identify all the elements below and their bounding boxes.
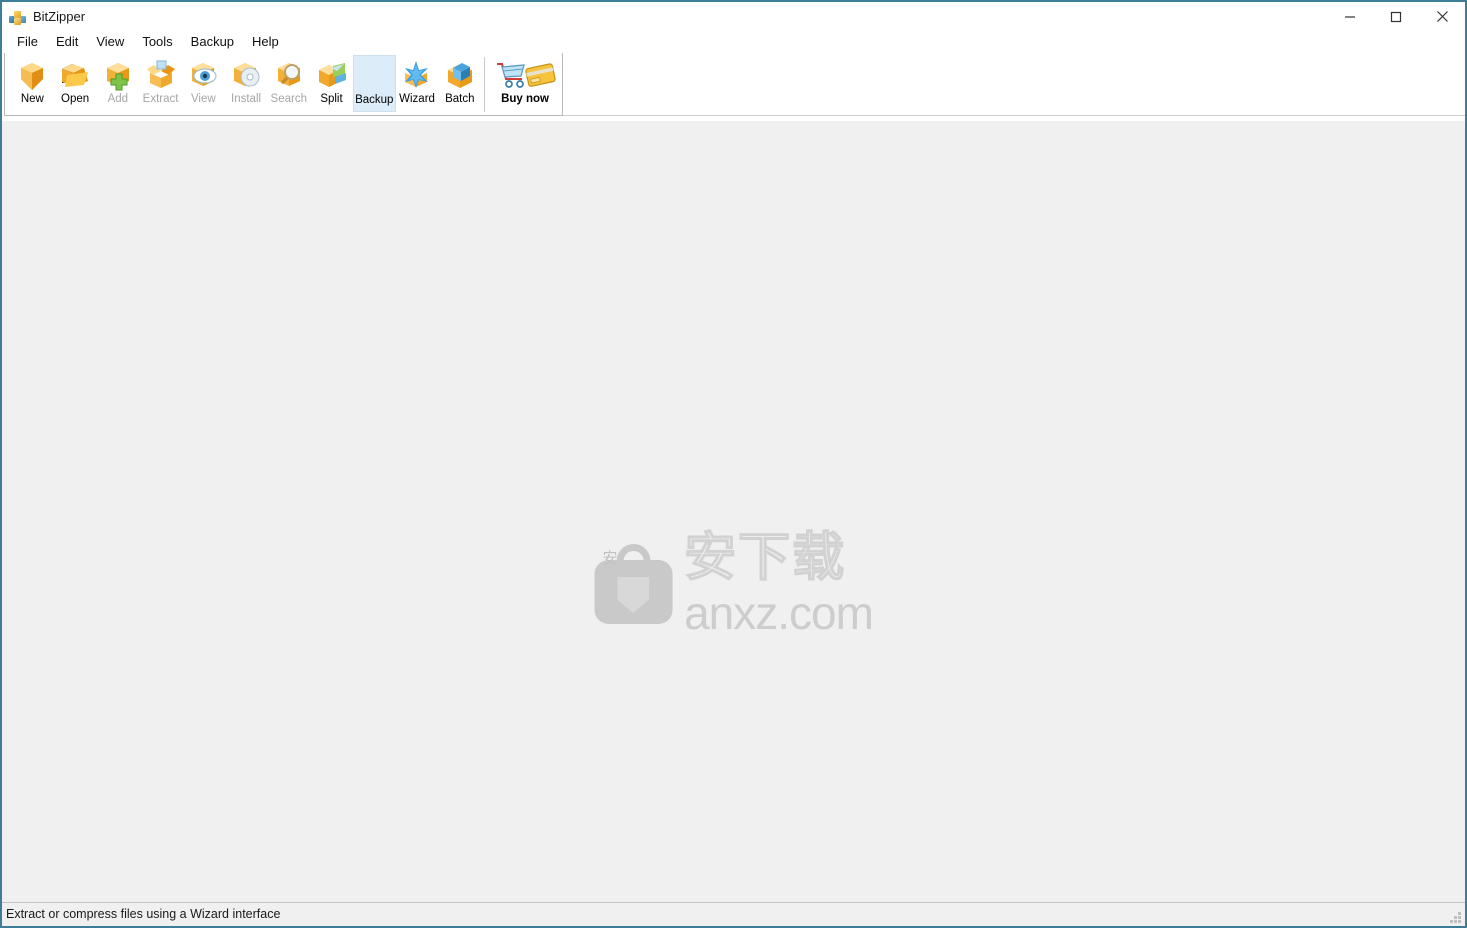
menu-item-help[interactable]: Help — [243, 32, 288, 52]
minimize-button[interactable] — [1327, 2, 1373, 31]
toolbar-button-install[interactable]: Install — [225, 55, 268, 112]
toolbar-button-wizard[interactable]: Wizard — [396, 55, 439, 112]
menu-item-edit[interactable]: Edit — [47, 32, 87, 52]
resize-grip-icon[interactable] — [1449, 911, 1462, 924]
toolbar-label-backup: Backup — [355, 94, 394, 106]
app-blocks-icon — [9, 8, 26, 25]
toolbar-label-wizard: Wizard — [399, 93, 435, 105]
toolbar-separator — [484, 57, 486, 112]
bag-shield-icon: 安 — [594, 544, 673, 624]
window-controls — [1327, 2, 1465, 31]
cart-card-icon — [493, 59, 557, 91]
title-bar-left: BitZipper — [2, 8, 85, 25]
menu-item-view[interactable]: View — [87, 32, 133, 52]
menu-item-backup[interactable]: Backup — [182, 32, 243, 52]
close-button[interactable] — [1419, 2, 1465, 31]
wizard-star-icon — [400, 59, 434, 91]
toolbar-label-batch: Batch — [445, 93, 475, 105]
toolbar: New Open Add Extract View Install Search… — [2, 53, 1465, 121]
watermark-badge-char: 安 — [602, 549, 618, 567]
toolbar-label-extract: Extract — [142, 93, 179, 105]
toolbar-button-batch[interactable]: Batch — [438, 55, 481, 112]
toolbar-button-search[interactable]: Search — [267, 55, 310, 112]
status-message: Extract or compress files using a Wizard… — [6, 907, 281, 921]
view-eye-icon — [186, 59, 220, 91]
toolbar-button-open[interactable]: Open — [54, 55, 97, 112]
toolbar-panel: New Open Add Extract View Install Search… — [4, 53, 563, 116]
maximize-button[interactable] — [1373, 2, 1419, 31]
toolbar-label-search: Search — [270, 93, 307, 105]
status-bar: Extract or compress files using a Wizard… — [2, 902, 1465, 926]
watermark-chinese: 安下载 — [683, 528, 847, 588]
backup-icon — [357, 60, 391, 92]
new-archive-icon — [15, 59, 49, 91]
extract-box-icon — [144, 59, 178, 91]
title-bar: BitZipper — [2, 2, 1465, 31]
toolbar-label-new: New — [20, 93, 44, 105]
toolbar-label-add: Add — [107, 93, 129, 105]
toolbar-empty-area — [563, 53, 1465, 116]
toolbar-label-open: Open — [61, 93, 90, 105]
toolbar-button-new[interactable]: New — [11, 55, 54, 112]
toolbar-button-extract[interactable]: Extract — [139, 55, 182, 112]
menu-bar: File Edit View Tools Backup Help — [2, 31, 1465, 53]
toolbar-button-view[interactable]: View — [182, 55, 225, 112]
toolbar-label-install: Install — [231, 93, 262, 105]
split-archive-icon — [315, 59, 349, 91]
menu-item-file[interactable]: File — [8, 32, 47, 52]
toolbar-button-buy-now[interactable]: Buy now — [488, 55, 562, 112]
menu-item-tools[interactable]: Tools — [133, 32, 181, 52]
add-files-icon — [101, 59, 135, 91]
app-window: BitZipper File Edit View Tools Backup He… — [0, 0, 1467, 928]
watermark-text: 安下载 anxz.com — [683, 528, 874, 639]
watermark: 安 安下载 anxz.com — [594, 528, 874, 639]
toolbar-button-split[interactable]: Split — [310, 55, 353, 112]
open-folder-icon — [58, 59, 92, 91]
window-title: BitZipper — [33, 9, 86, 24]
batch-box-icon — [443, 59, 477, 91]
toolbar-label-buy-now: Buy now — [501, 93, 549, 105]
install-disc-icon — [229, 59, 263, 91]
watermark-domain: anxz.com — [684, 587, 874, 639]
toolbar-button-backup[interactable]: Backup — [352, 55, 396, 112]
toolbar-label-split: Split — [320, 93, 343, 105]
search-magnifier-icon — [272, 59, 306, 91]
toolbar-label-view: View — [190, 93, 216, 105]
main-content-area: 安 安下载 anxz.com — [2, 121, 1465, 902]
toolbar-button-add[interactable]: Add — [96, 55, 139, 112]
